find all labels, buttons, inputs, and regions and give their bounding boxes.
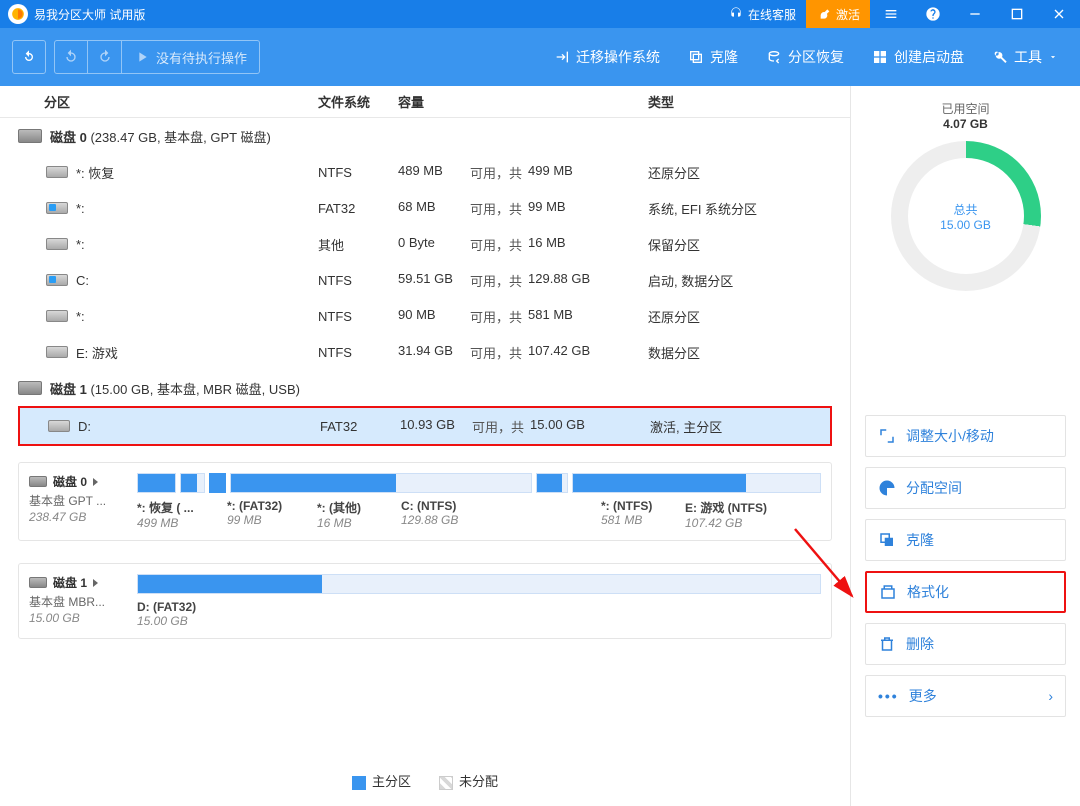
partition-row[interactable]: C: NTFS 59.51 GB可用，共129.88 GB 启动, 数据分区 <box>0 262 850 298</box>
map-legend-entry: C: (NTFS)129.88 GB <box>401 499 573 530</box>
disk-row[interactable]: 磁盘 1 (15.00 GB, 基本盘, MBR 磁盘, USB) <box>0 370 850 406</box>
disk-icon <box>29 577 47 588</box>
chevron-right-icon <box>93 579 98 587</box>
usage-ring-chart: 总共 15.00 GB <box>891 141 1041 291</box>
partition-row[interactable]: *: 其他 0 Byte可用，共16 MB 保留分区 <box>0 226 850 262</box>
disk-icon <box>18 129 42 143</box>
clone-button[interactable]: 克隆 <box>678 40 748 74</box>
partition-icon <box>46 310 68 322</box>
map-legend-entry: D: (FAT32)15.00 GB <box>137 600 196 628</box>
refresh-button[interactable] <box>12 40 46 74</box>
app-logo-icon <box>8 4 28 24</box>
disk-icon <box>29 476 47 487</box>
disk-map-1[interactable]: 磁盘 1 基本盘 MBR... 15.00 GB D: (FAT32)15.00… <box>18 563 832 639</box>
partition-icon <box>46 274 68 286</box>
create-boot-disk-button[interactable]: 创建启动盘 <box>862 40 974 74</box>
help-icon[interactable] <box>912 0 954 28</box>
undo-redo-group: 没有待执行操作 <box>54 40 260 74</box>
app-title: 易我分区大师 试用版 <box>34 6 145 23</box>
partition-table-body: 磁盘 0 (238.47 GB, 基本盘, GPT 磁盘) *: 恢复 NTFS… <box>0 118 850 446</box>
disk-icon <box>18 381 42 395</box>
partition-icon <box>46 202 68 214</box>
partition-row[interactable]: E: 游戏 NTFS 31.94 GB可用，共107.42 GB 数据分区 <box>0 334 850 370</box>
map-legend-entry: *: (其他)16 MB <box>317 499 373 530</box>
online-support-button[interactable]: 在线客服 <box>718 0 806 28</box>
side-action-clone[interactable]: 克隆 <box>865 519 1066 561</box>
map-legend-entry: *: (NTFS)581 MB <box>601 499 657 530</box>
side-action-more[interactable]: ••• 更多 › <box>865 675 1066 717</box>
activate-button[interactable]: 激活 <box>806 0 870 28</box>
more-icon: ••• <box>878 688 899 704</box>
map-legend-entry: E: 游戏 (NTFS)107.42 GB <box>685 499 767 530</box>
window-maximize-button[interactable] <box>996 0 1038 28</box>
migrate-os-button[interactable]: 迁移操作系统 <box>544 40 670 74</box>
partition-table-header: 分区 文件系统 容量 类型 <box>0 86 850 118</box>
partition-row[interactable]: *: 恢复 NTFS 489 MB可用，共499 MB 还原分区 <box>0 154 850 190</box>
redo-button[interactable] <box>88 40 122 74</box>
window-minimize-button[interactable] <box>954 0 996 28</box>
partition-icon <box>46 238 68 250</box>
bottom-legend: 主分区 未分配 <box>0 761 850 806</box>
partition-recovery-button[interactable]: 分区恢复 <box>756 40 854 74</box>
chevron-right-icon <box>93 478 98 486</box>
map-legend-entry: *: (FAT32)99 MB <box>227 499 289 530</box>
side-action-resize[interactable]: 调整大小/移动 <box>865 415 1066 457</box>
partition-icon <box>48 420 70 432</box>
pending-operations[interactable]: 没有待执行操作 <box>122 40 260 74</box>
main-toolbar: 没有待执行操作 迁移操作系统 克隆 分区恢复 创建启动盘 工具 <box>0 28 1080 86</box>
legend-unalloc-swatch <box>439 776 453 790</box>
legend-primary-swatch <box>352 776 366 790</box>
menu-list-icon[interactable] <box>870 0 912 28</box>
disk-row[interactable]: 磁盘 0 (238.47 GB, 基本盘, GPT 磁盘) <box>0 118 850 154</box>
title-bar: 易我分区大师 试用版 在线客服 激活 <box>0 0 1080 28</box>
chevron-right-icon: › <box>1048 688 1053 704</box>
partition-row[interactable]: *: NTFS 90 MB可用，共581 MB 还原分区 <box>0 298 850 334</box>
selected-row-highlight: D: FAT32 10.93 GB可用，共15.00 GB 激活, 主分区 <box>18 406 832 446</box>
map-legend-entry: *: 恢复 ( ...499 MB <box>137 499 199 530</box>
disk-map-0[interactable]: 磁盘 0 基本盘 GPT ... 238.47 GB <box>18 462 832 541</box>
partition-icon <box>46 166 68 178</box>
window-close-button[interactable] <box>1038 0 1080 28</box>
partition-row[interactable]: D: FAT32 10.93 GB可用，共15.00 GB 激活, 主分区 <box>20 408 830 444</box>
side-panel: 已用空间4.07 GB 总共 15.00 GB 调整大小/移动 分配空间 <box>850 86 1080 806</box>
undo-button[interactable] <box>54 40 88 74</box>
tools-dropdown[interactable]: 工具 <box>982 40 1068 74</box>
partition-row[interactable]: *: FAT32 68 MB可用，共99 MB 系统, EFI 系统分区 <box>0 190 850 226</box>
partition-icon <box>46 346 68 358</box>
side-action-format[interactable]: 格式化 <box>865 571 1066 613</box>
side-action-allocate[interactable]: 分配空间 <box>865 467 1066 509</box>
side-action-delete[interactable]: 删除 <box>865 623 1066 665</box>
